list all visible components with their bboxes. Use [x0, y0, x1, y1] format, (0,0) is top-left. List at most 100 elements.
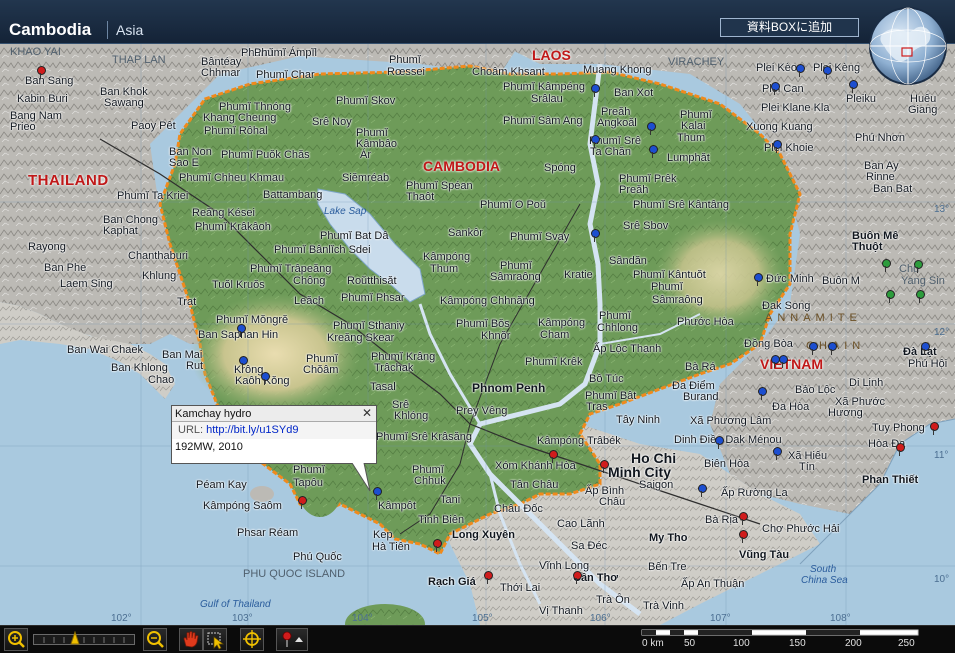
- map-pin-red[interactable]: [483, 571, 493, 584]
- add-to-box-button[interactable]: 資料BOXに追加: [720, 18, 859, 37]
- longitude-label: 104°: [352, 613, 373, 624]
- map-pin-blue[interactable]: [772, 447, 782, 460]
- map-pin-blue[interactable]: [770, 82, 780, 95]
- map-pin-blue[interactable]: [795, 64, 805, 77]
- map-pin-blue[interactable]: [822, 66, 832, 79]
- zoom-in-button[interactable]: [4, 628, 28, 651]
- map-pin-blue[interactable]: [827, 342, 837, 355]
- map-pin-red[interactable]: [548, 450, 558, 463]
- place-label: Phumĭ Puŏk Chăs: [221, 149, 310, 161]
- map-pin-blue[interactable]: [920, 342, 930, 355]
- longitude-label: 102°: [111, 613, 132, 624]
- map-view[interactable]: THAILAND CAMBODIA LAOS VIETNAM ANNAMITE …: [0, 44, 955, 625]
- pin-filter-button[interactable]: [276, 628, 308, 651]
- place-label: Leăch: [294, 295, 324, 307]
- place-label: Chhmar: [201, 67, 241, 79]
- map-pin-blue[interactable]: [590, 229, 600, 242]
- latitude-label: 12°: [934, 327, 950, 338]
- map-pin-red[interactable]: [738, 530, 748, 543]
- place-label: Phumĭ Trâpeăng: [250, 263, 332, 275]
- place-label: Phumĭ Sthaniy: [333, 320, 405, 332]
- place-label: Tinh Biên: [418, 514, 465, 526]
- place-label: Yang Sin: [901, 275, 945, 287]
- map-pin-green[interactable]: [885, 290, 895, 303]
- capital-label: Phnom Penh: [472, 381, 546, 395]
- info-popup: Kamchay hydro ✕ URL: http://bit.ly/u1SYd…: [171, 405, 377, 492]
- longitude-label: 107°: [710, 613, 731, 624]
- map-pin-red[interactable]: [297, 496, 307, 509]
- pan-button[interactable]: [179, 628, 203, 651]
- map-pin-blue[interactable]: [590, 135, 600, 148]
- place-label: Laem Sing: [60, 278, 113, 290]
- map-pin-green[interactable]: [915, 290, 925, 303]
- place-label: Phumĭ O Poŭ: [480, 199, 547, 211]
- map-pin-red[interactable]: [432, 539, 442, 552]
- map-pin-blue[interactable]: [778, 355, 788, 368]
- place-label: Phumĭ Krâkâoh: [195, 221, 271, 233]
- place-label: Phumĭ Skov: [336, 95, 396, 107]
- popup-url-link[interactable]: http://bit.ly/u1SYd9: [206, 424, 298, 436]
- place-label: Spóng: [544, 162, 576, 174]
- place-label: Biên Hòa: [704, 458, 750, 470]
- map-pin-green[interactable]: [881, 259, 891, 272]
- map-pin-blue[interactable]: [697, 484, 707, 497]
- place-label: Trâchak: [374, 362, 414, 374]
- map-pin-red[interactable]: [929, 422, 939, 435]
- map-pin-red[interactable]: [895, 443, 905, 456]
- place-label: Tapôu: [293, 477, 323, 489]
- map-pin-blue[interactable]: [714, 436, 724, 449]
- map-pin-green[interactable]: [913, 260, 923, 273]
- place-label: Vị Thanh: [539, 605, 583, 617]
- place-label: Tasal: [370, 381, 396, 393]
- country-label-laos: LAOS: [532, 47, 571, 63]
- globe-overview-icon[interactable]: [866, 4, 950, 88]
- place-label: Kâmpóng: [423, 251, 471, 263]
- select-button[interactable]: [203, 628, 227, 651]
- place-label: Hương: [828, 407, 863, 419]
- place-label: Phumĭ: [599, 310, 631, 322]
- map-pin-blue[interactable]: [848, 80, 858, 93]
- zoom-out-button[interactable]: [143, 628, 167, 651]
- place-label: Rạch Giá: [428, 576, 476, 588]
- place-label: Phan Thiết: [862, 474, 919, 486]
- map-pin-red[interactable]: [738, 512, 748, 525]
- place-label: Kaphat: [103, 225, 138, 237]
- locate-button[interactable]: [240, 628, 264, 651]
- map-pin-blue[interactable]: [753, 273, 763, 286]
- map-pin-blue[interactable]: [772, 140, 782, 153]
- longitude-label: 103°: [232, 613, 253, 624]
- popup-close-icon[interactable]: ✕: [361, 407, 373, 420]
- place-label: Tín: [799, 461, 815, 473]
- map-pin-blue[interactable]: [757, 387, 767, 400]
- place-label: Kep: [373, 529, 393, 541]
- map-pin-blue[interactable]: [238, 356, 248, 369]
- place-label: Phumĭ Phsar: [341, 292, 405, 304]
- map-pin-blue[interactable]: [260, 372, 270, 385]
- map-pin-blue[interactable]: [646, 122, 656, 135]
- place-label: Plei Kèo: [756, 62, 797, 74]
- zoom-slider[interactable]: [33, 631, 135, 645]
- place-label: Ban Phe: [44, 262, 87, 274]
- continent-name: Asia: [116, 22, 144, 38]
- place-label: Cham: [540, 329, 570, 341]
- park-label-khao-yai: KHAO YAI: [10, 46, 61, 58]
- map-pin-blue[interactable]: [590, 84, 600, 97]
- map-pin-red[interactable]: [572, 571, 582, 584]
- place-label: Phumĭ Chheu Khmau: [179, 172, 285, 184]
- place-label: Kabin Buri: [17, 93, 68, 105]
- place-label: Preăh: [619, 184, 649, 196]
- scale-label: 100: [733, 638, 750, 649]
- map-pin-blue[interactable]: [648, 145, 658, 158]
- place-label: Phumĭ Krêk: [525, 356, 583, 368]
- place-label: Vũng Tàu: [739, 549, 790, 561]
- place-label: Ár: [360, 149, 371, 161]
- map-toolbar: 0 km 50 100 150 200 250: [0, 625, 955, 653]
- map-pin-blue[interactable]: [808, 342, 818, 355]
- place-label: Ban Khlong: [111, 362, 168, 374]
- map-pin-red[interactable]: [599, 460, 609, 473]
- place-label: Thum: [430, 263, 459, 275]
- map-pin-red[interactable]: [36, 66, 46, 79]
- place-label: Prieo: [10, 121, 36, 133]
- place-label: Di Linh: [849, 377, 884, 389]
- map-pin-blue[interactable]: [236, 324, 246, 337]
